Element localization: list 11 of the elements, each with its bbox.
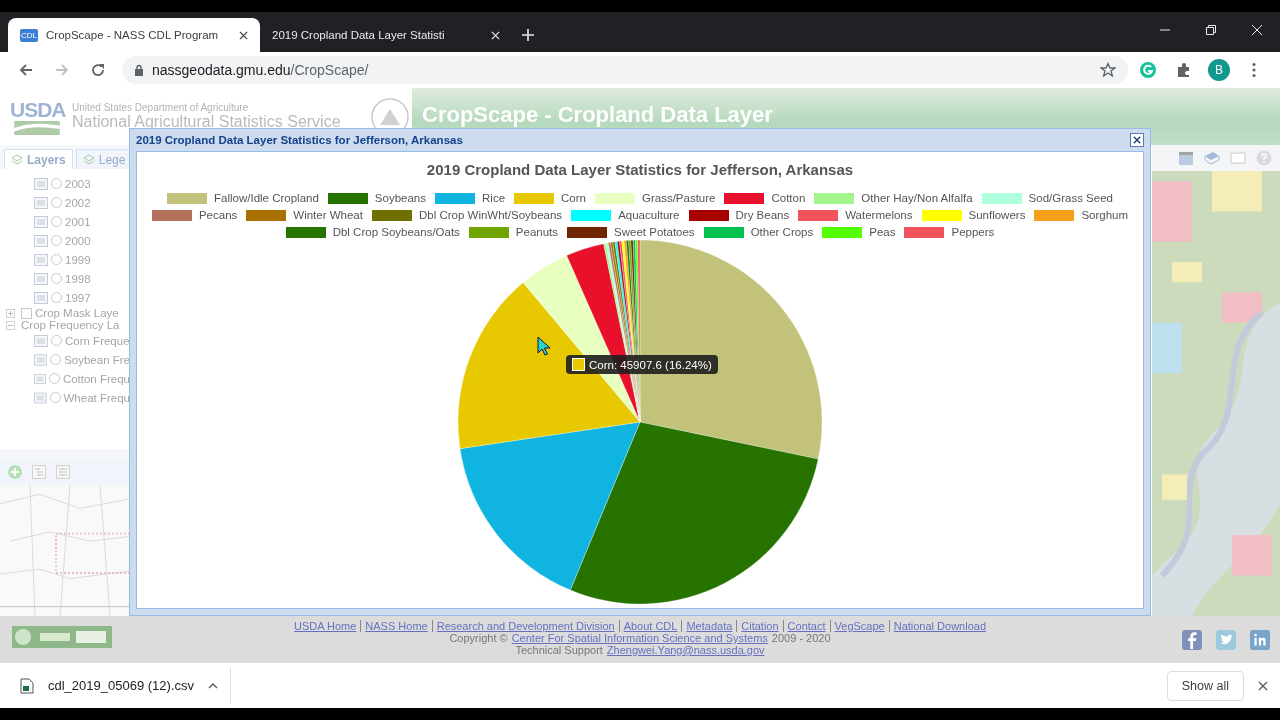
copyright-years: 2009 - 2020 [771, 632, 831, 644]
tooltip-text: Corn: 45907.6 (16.24%) [589, 358, 712, 371]
favicon: CDL [20, 28, 38, 42]
chart-title: 2019 Cropland Data Layer Statistics for Jefferson, Arkansas [426, 161, 854, 178]
copyright-text: Copyright © [449, 632, 508, 644]
agency-name: United States Department of Agriculture [72, 102, 250, 113]
service-name: National Agricultural Statistics Service [72, 113, 342, 131]
usda-logo: USDA [10, 98, 64, 135]
dialog-title: 2019 Cropland Data Layer Statistics for Jefferson, Arkansas [136, 134, 463, 146]
app-title: CropScape - Cropland Data Layer [422, 106, 774, 126]
support-label: Technical Support [515, 644, 603, 656]
